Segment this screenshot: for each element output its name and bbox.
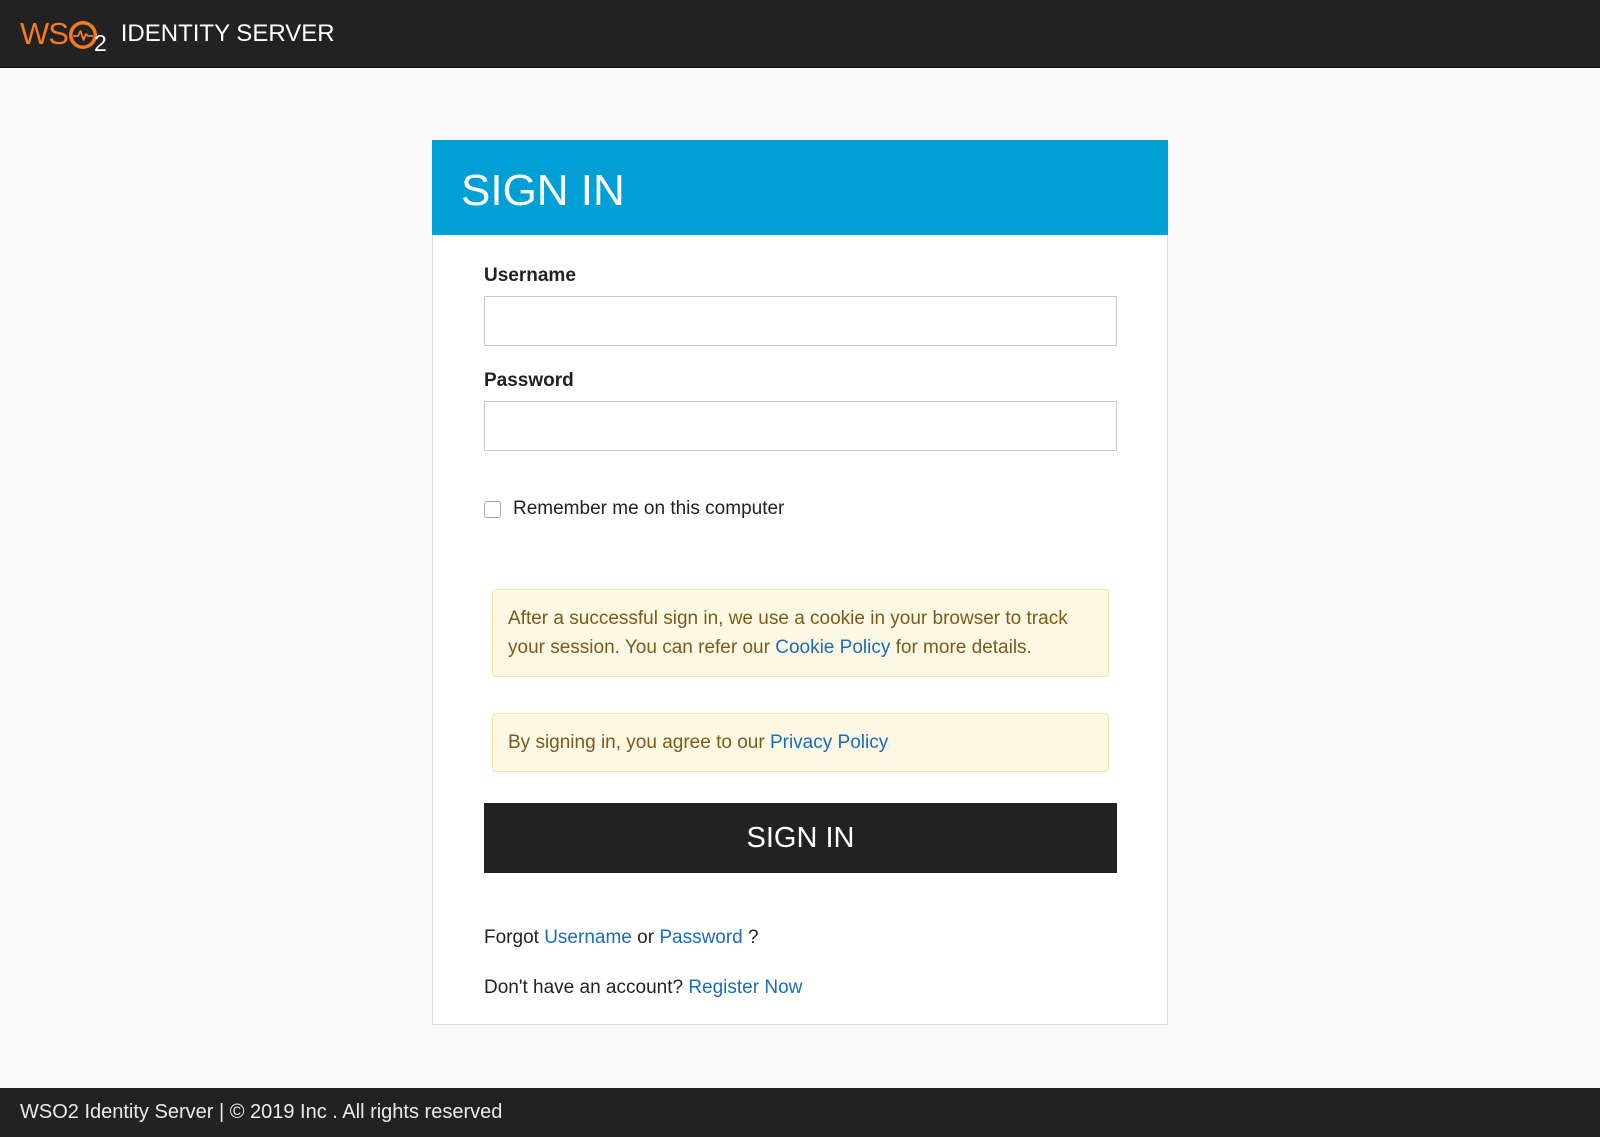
logo-text-ws: WS [20,15,69,51]
remember-me-row[interactable]: Remember me on this computer [484,498,784,520]
signin-title: SIGN IN [461,166,625,215]
forgot-password-link[interactable]: Password [659,927,742,948]
forgot-suffix: ? [748,927,759,948]
product-name: IDENTITY SERVER [120,19,335,47]
password-label: Password [484,370,574,391]
forgot-username-link[interactable]: Username [544,927,632,948]
username-label: Username [484,265,576,286]
sign-in-button[interactable]: SIGN IN [484,803,1117,873]
forgot-prefix: Forgot [484,927,539,948]
register-now-link[interactable]: Register Now [688,977,802,998]
footer-copyright: WSO2 Identity Server | © 2019 Inc . All … [20,1101,503,1123]
register-prefix: Don't have an account? [484,977,684,998]
signin-card: SIGN IN Username Password Remember me on… [432,140,1168,1025]
password-input[interactable] [484,401,1117,451]
logo-o-pulse-icon [68,20,97,49]
remember-me-label[interactable]: Remember me on this computer [513,498,784,520]
cookie-notice: After a successful sign in, we use a coo… [492,589,1109,677]
page-footer: WSO2 Identity Server | © 2019 Inc . All … [0,1088,1600,1137]
cookie-notice-suffix: for more details. [895,637,1032,658]
privacy-policy-link[interactable]: Privacy Policy [770,732,888,753]
signin-card-header: SIGN IN [432,140,1168,235]
forgot-or: or [637,927,655,948]
privacy-notice-prefix: By signing in, you agree to our [508,732,765,753]
remember-me-checkbox[interactable] [484,500,501,518]
cookie-policy-link[interactable]: Cookie Policy [775,637,890,658]
username-input[interactable] [484,296,1117,346]
privacy-notice: By signing in, you agree to our Privacy … [492,713,1109,772]
register-line: Don't have an account? Register Now [484,976,802,1000]
forgot-credentials-line: Forgot Username or Password ? [484,926,759,950]
top-header: WS 2 IDENTITY SERVER [0,0,1600,68]
logo-text-two: 2 [93,30,107,56]
wso2-logo-icon[interactable]: WS 2 [20,14,107,57]
